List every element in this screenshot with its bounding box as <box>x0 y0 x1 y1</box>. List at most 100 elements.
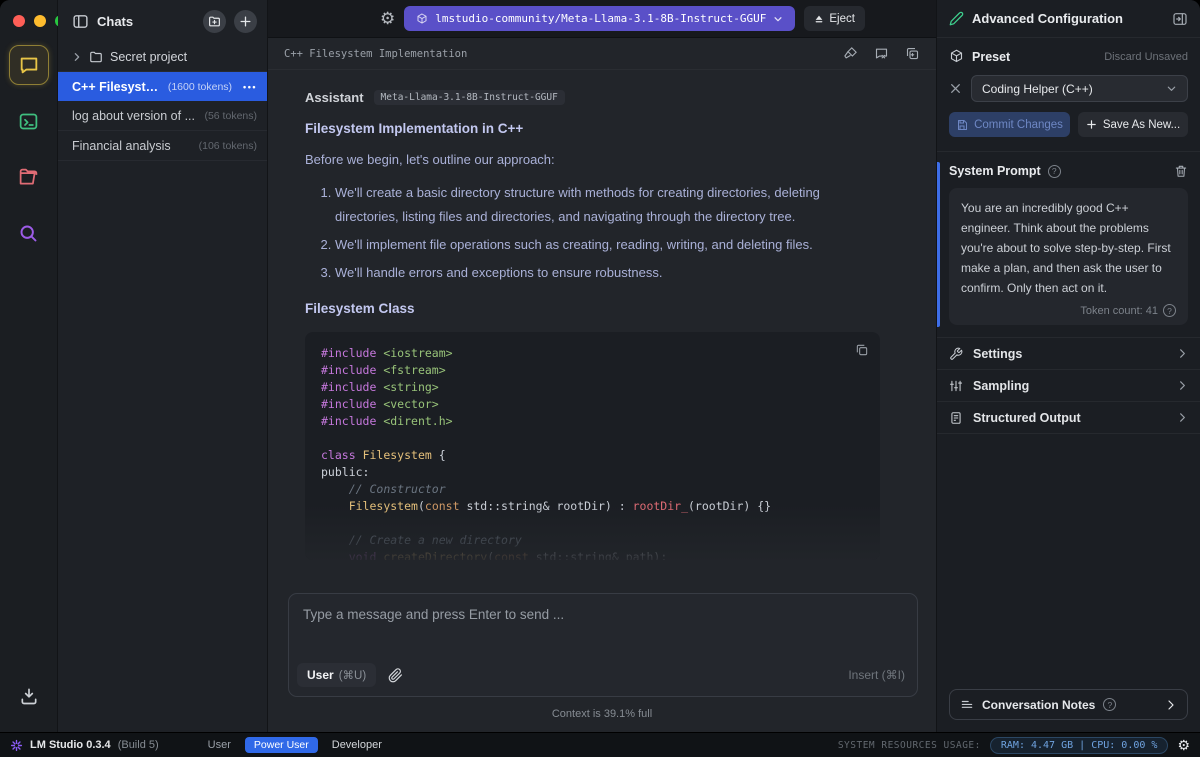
folder-label: Secret project <box>110 50 187 64</box>
chat-title: C++ Filesystem Implementation <box>284 48 843 60</box>
nav-developer-button[interactable] <box>9 101 49 141</box>
trash-icon <box>1174 164 1188 178</box>
mode-developer[interactable]: Developer <box>332 739 382 751</box>
discard-unsaved-button[interactable]: Discard Unsaved <box>1104 51 1188 63</box>
terminal-icon <box>18 111 39 132</box>
nav-chat-button[interactable] <box>9 45 49 85</box>
folder-icon <box>89 50 103 64</box>
sliders-icon <box>949 379 963 393</box>
role-toggle-label: User <box>307 668 334 682</box>
chat-list-item[interactable]: log about version of ... (56 tokens) <box>58 101 267 131</box>
preset-dropdown[interactable]: Coding Helper (C++) <box>971 75 1188 102</box>
chat-list-item[interactable]: Financial analysis(106 tokens) <box>58 131 267 161</box>
app-build: (Build 5) <box>118 739 159 751</box>
message-paragraph: Before we begin, let's outline our appro… <box>305 152 880 167</box>
loaded-model-name: lmstudio-community/Meta-Llama-3.1-8B-Ins… <box>435 12 766 25</box>
search-icon <box>18 223 39 244</box>
chevron-right-icon <box>1165 699 1177 711</box>
chat-item-token-count: (56 tokens) <box>204 110 257 122</box>
assistant-model-badge: Meta-Llama-3.1-8B-Instruct-GGUF <box>374 90 565 105</box>
chat-item-label: log about version of ... <box>72 109 197 123</box>
structured-output-section-row[interactable]: Structured Output <box>937 402 1200 434</box>
role-toggle-button[interactable]: User (⌘U) <box>297 663 376 687</box>
advanced-configuration-panel: Advanced Configuration Preset Discard Un… <box>936 0 1200 732</box>
resources-usage-value[interactable]: RAM: 4.47 GB | CPU: 0.00 % <box>990 737 1169 754</box>
app-version: LM Studio 0.3.4 <box>30 739 111 751</box>
duplicate-chat-icon[interactable] <box>905 46 920 61</box>
messages-viewport[interactable]: Assistant Meta-Llama-3.1-8B-Instruct-GGU… <box>268 70 936 585</box>
save-icon <box>956 119 968 131</box>
commit-changes-button[interactable]: Commit Changes <box>949 112 1070 137</box>
code-line: #include <vector> <box>321 396 864 413</box>
token-count: Token count: 41 <box>1080 305 1158 317</box>
structured-doc-icon <box>949 411 963 425</box>
collapse-panel-button[interactable] <box>1172 11 1188 27</box>
preset-cube-icon <box>949 49 964 64</box>
insert-button[interactable]: Insert (⌘I) <box>848 668 905 682</box>
save-as-new-button[interactable]: Save As New... <box>1078 112 1188 137</box>
system-prompt-text: You are an incredibly good C++ engineer.… <box>961 198 1176 298</box>
message-input[interactable] <box>289 594 917 652</box>
token-help-icon[interactable]: ? <box>1163 304 1176 317</box>
attach-file-button[interactable] <box>388 668 403 683</box>
conversation-notes-button[interactable]: Conversation Notes ? <box>949 689 1188 720</box>
mode-user[interactable]: User <box>208 739 231 751</box>
brush-cleanup-icon[interactable] <box>843 46 858 61</box>
preset-label: Preset <box>972 50 1096 64</box>
chats-sidebar: Chats Secret project C++ Filesyste... (16… <box>58 0 268 732</box>
model-cube-icon <box>416 13 428 25</box>
nav-my-models-button[interactable] <box>9 157 49 197</box>
help-icon[interactable]: ? <box>1048 165 1061 178</box>
clear-system-prompt-button[interactable] <box>1174 164 1188 178</box>
chat-item-token-count: (106 tokens) <box>199 140 257 152</box>
chat-item-label: C++ Filesyste... <box>72 80 161 94</box>
mode-power-user[interactable]: Power User <box>245 737 318 753</box>
settings-gear-icon[interactable]: ⚙ <box>1177 738 1190 752</box>
clear-preset-icon[interactable] <box>949 82 962 95</box>
list-item: We'll implement file operations such as … <box>335 233 880 257</box>
model-settings-gear-icon[interactable]: ⚙ <box>380 10 395 27</box>
message-numbered-list: We'll create a basic directory structure… <box>335 181 880 285</box>
chat-titlebar: C++ Filesystem Implementation <box>268 38 936 70</box>
lm-studio-window: Chats Secret project C++ Filesyste... (16… <box>0 0 1200 757</box>
plus-icon <box>1086 119 1097 130</box>
code-line: // Create a new directory <box>321 532 864 549</box>
model-topbar: ⚙ lmstudio-community/Meta-Llama-3.1-8B-I… <box>268 0 936 38</box>
chevron-right-icon <box>1177 412 1188 423</box>
code-content: #include <iostream>#include <fstream>#in… <box>305 332 880 560</box>
new-chat-button[interactable] <box>234 10 257 33</box>
code-line: Filesystem(const std::string& rootDir) :… <box>321 498 864 515</box>
sidebar-toggle-icon[interactable] <box>72 13 89 30</box>
eject-model-button[interactable]: Eject <box>804 6 865 31</box>
close-window-button[interactable] <box>13 15 25 27</box>
folder-row-secret-project[interactable]: Secret project <box>58 42 267 72</box>
clear-conversation-icon[interactable] <box>874 46 889 61</box>
code-line: #include <fstream> <box>321 362 864 379</box>
system-prompt-editor[interactable]: You are an incredibly good C++ engineer.… <box>949 188 1188 325</box>
context-usage-status: Context is 39.1% full <box>268 708 936 720</box>
download-icon <box>19 686 39 706</box>
chat-more-options-icon[interactable]: ••• <box>243 82 257 92</box>
code-line: public: <box>321 464 864 481</box>
panel-collapse-icon <box>1172 11 1188 27</box>
new-folder-button[interactable] <box>203 10 226 33</box>
sampling-section-row[interactable]: Sampling <box>937 370 1200 402</box>
notes-help-icon[interactable]: ? <box>1103 698 1116 711</box>
nav-discover-button[interactable] <box>9 213 49 253</box>
loaded-model-selector[interactable]: lmstudio-community/Meta-Llama-3.1-8B-Ins… <box>404 6 795 31</box>
code-line: // Constructor <box>321 481 864 498</box>
chat-list-item[interactable]: C++ Filesyste... (1600 tokens) ••• <box>58 72 267 101</box>
chats-sidebar-header: Chats <box>58 0 267 42</box>
folder-plus-icon <box>208 15 221 28</box>
minimize-window-button[interactable] <box>34 15 46 27</box>
copy-code-button[interactable] <box>855 343 869 357</box>
chat-list: C++ Filesyste... (1600 tokens) ••• log abou… <box>58 72 267 161</box>
chat-item-token-count: (1600 tokens) <box>168 81 232 93</box>
assistant-role-label: Assistant <box>305 90 364 105</box>
panel-header: Advanced Configuration <box>937 0 1200 38</box>
chevron-right-icon <box>1177 380 1188 391</box>
nav-downloads-button[interactable] <box>9 676 49 716</box>
preset-selected-value: Coding Helper (C++) <box>982 82 1166 96</box>
settings-section-row[interactable]: Settings <box>937 338 1200 370</box>
message-heading-2: Filesystem Class <box>305 301 880 316</box>
